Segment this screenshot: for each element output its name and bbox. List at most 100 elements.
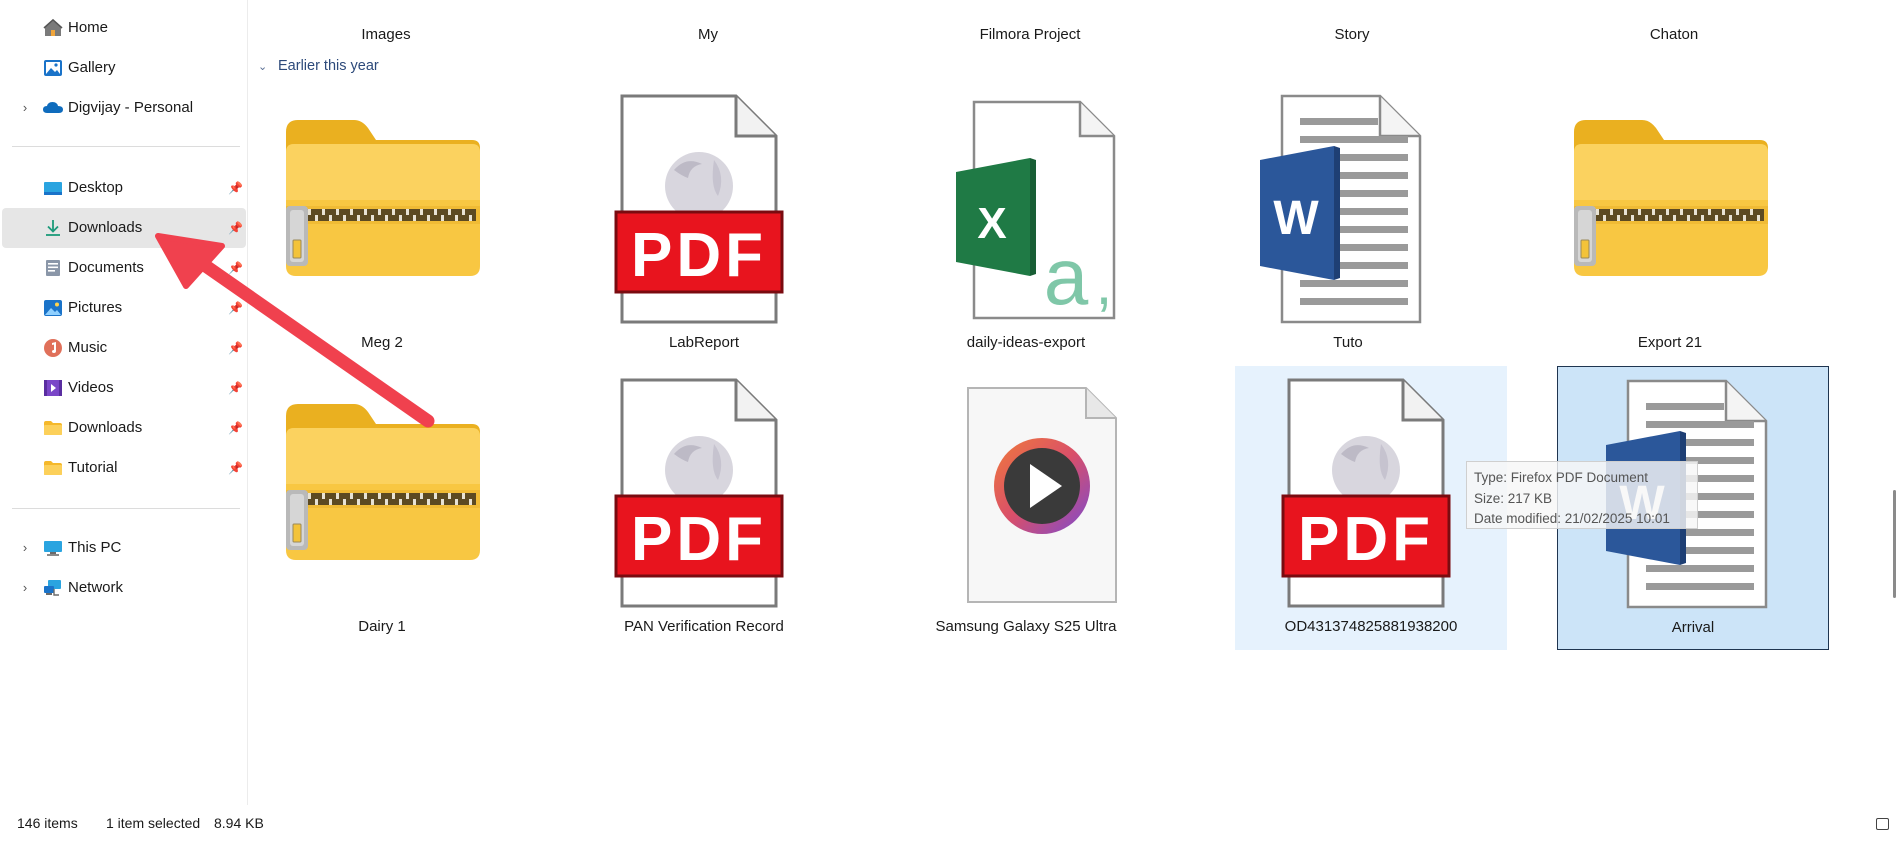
file-item[interactable]: daily-ideas-export [890, 82, 1162, 366]
network-icon [42, 578, 64, 598]
group-header-earlier-this-year[interactable]: ⌄ Earlier this year [258, 58, 379, 74]
navigation-pane: Home Gallery › Digvijay - Personal Deskt… [0, 0, 248, 805]
file-info-tooltip: Type: Firefox PDF Document Size: 217 KB … [1466, 461, 1698, 529]
folder-icon [42, 458, 64, 478]
pin-icon[interactable]: 📌 [228, 380, 243, 396]
file-name[interactable]: Images [236, 26, 536, 43]
file-name: LabReport [668, 334, 740, 351]
sidebar-item-label: Downloads [68, 419, 143, 436]
word-file-icon [1230, 90, 1466, 326]
sidebar-item-label: Music [68, 339, 108, 356]
file-item[interactable]: Dairy 1 [246, 366, 518, 650]
chevron-down-icon: ⌄ [258, 60, 268, 73]
file-name: PAN Verification Record [624, 618, 784, 635]
sidebar-item-pictures[interactable]: Pictures 📌 [2, 288, 246, 328]
file-name: Meg 2 [361, 334, 403, 351]
video-file-icon [908, 374, 1144, 610]
tooltip-size: Size: 217 KB [1474, 490, 1553, 506]
music-icon [42, 338, 64, 358]
file-name[interactable]: Chaton [1524, 26, 1824, 43]
pdf-file-icon [586, 90, 822, 326]
sidebar-item-label: Network [68, 579, 124, 596]
tooltip-type: Type: Firefox PDF Document [1474, 470, 1649, 485]
sidebar-item-music[interactable]: Music 📌 [2, 328, 246, 368]
sidebar-item-home[interactable]: Home [2, 8, 246, 48]
item-count: 146 items [17, 815, 78, 831]
file-name: daily-ideas-export [966, 334, 1086, 351]
file-name: OD431374825881938200 [1284, 618, 1458, 635]
zip-folder-icon [1552, 90, 1788, 326]
file-name: Samsung Galaxy S25 Ultra [935, 618, 1117, 635]
vertical-scrollbar[interactable] [1888, 0, 1902, 805]
status-bar: 146 items 1 item selected 8.94 KB [0, 805, 1902, 841]
desktop-icon [42, 178, 64, 198]
chevron-right-icon[interactable]: › [18, 540, 32, 556]
sidebar-item-label: This PC [68, 539, 122, 556]
file-name: Dairy 1 [358, 618, 406, 635]
pc-icon [42, 538, 64, 558]
pictures-icon [42, 298, 64, 318]
sidebar-item-label: Tutorial [68, 459, 118, 476]
sidebar-item-this-pc[interactable]: › This PC [2, 528, 246, 568]
file-name[interactable]: Filmora Project [880, 26, 1180, 43]
file-explorer-window: Home Gallery › Digvijay - Personal Deskt… [0, 0, 1902, 841]
folder-icon [42, 418, 64, 438]
file-name[interactable]: Story [1202, 26, 1502, 43]
sidebar-item-label: Gallery [68, 59, 116, 76]
sidebar-item-label: Documents [68, 259, 144, 276]
sidebar-item-label: Digvijay - Personal [68, 99, 194, 116]
selection-size: 8.94 KB [214, 815, 264, 831]
sidebar-item-label: Downloads [68, 219, 143, 236]
sidebar-item-desktop[interactable]: Desktop 📌 [2, 168, 246, 208]
scrollbar-thumb[interactable] [1893, 490, 1896, 598]
pin-icon[interactable]: 📌 [228, 420, 243, 436]
pin-icon[interactable]: 📌 [228, 220, 243, 236]
sidebar-item-downloads-folder[interactable]: Downloads 📌 [2, 408, 246, 448]
sidebar-item-tutorial[interactable]: Tutorial 📌 [2, 448, 246, 488]
home-icon [42, 18, 64, 38]
view-toggle-icon[interactable] [1876, 818, 1889, 830]
file-name: Tuto [1333, 334, 1363, 351]
chevron-right-icon[interactable]: › [18, 100, 32, 116]
sidebar-item-documents[interactable]: Documents 📌 [2, 248, 246, 288]
sidebar-item-gallery[interactable]: Gallery [2, 48, 246, 88]
sidebar-item-downloads[interactable]: Downloads 📌 [2, 208, 246, 248]
pin-icon[interactable]: 📌 [228, 460, 243, 476]
file-name[interactable]: My [558, 26, 858, 43]
sidebar-item-videos[interactable]: Videos 📌 [2, 368, 246, 408]
videos-icon [42, 378, 64, 398]
file-item[interactable]: Meg 2 [246, 82, 518, 366]
file-item[interactable]: Tuto [1212, 82, 1484, 366]
sidebar-separator [12, 146, 240, 147]
sidebar-item-label: Home [68, 19, 109, 36]
file-item[interactable]: Samsung Galaxy S25 Ultra [890, 366, 1162, 650]
sidebar-item-label: Desktop [68, 179, 124, 196]
download-icon [42, 218, 64, 238]
excel-file-icon [908, 90, 1144, 326]
onedrive-cloud-icon [42, 98, 64, 118]
zip-folder-icon [264, 374, 500, 610]
file-name: Arrival [1671, 619, 1715, 636]
sidebar-item-label: Pictures [68, 299, 123, 316]
chevron-right-icon[interactable]: › [18, 580, 32, 596]
zip-folder-icon [264, 90, 500, 326]
tooltip-date-modified: Date modified: 21/02/2025 10:01 [1474, 511, 1670, 526]
file-item[interactable]: Export 21 [1534, 82, 1806, 366]
file-item[interactable]: PAN Verification Record [568, 366, 840, 650]
file-item[interactable]: LabReport [568, 82, 840, 366]
pin-icon[interactable]: 📌 [228, 260, 243, 276]
pin-icon[interactable]: 📌 [228, 300, 243, 316]
pdf-file-icon [1253, 374, 1489, 610]
file-view: Images My Filmora Project Story Chaton ⌄… [250, 0, 1886, 805]
sidebar-item-label: Videos [68, 379, 114, 396]
documents-icon [42, 258, 64, 278]
file-name: Export 21 [1637, 334, 1703, 351]
gallery-icon [42, 58, 64, 78]
pin-icon[interactable]: 📌 [228, 340, 243, 356]
sidebar-separator [12, 508, 240, 509]
sidebar-item-network[interactable]: › Network [2, 568, 246, 608]
selection-count: 1 item selected [106, 815, 201, 831]
group-header-label: Earlier this year [278, 58, 379, 74]
pin-icon[interactable]: 📌 [228, 180, 243, 196]
sidebar-item-onedrive[interactable]: › Digvijay - Personal [2, 88, 246, 128]
